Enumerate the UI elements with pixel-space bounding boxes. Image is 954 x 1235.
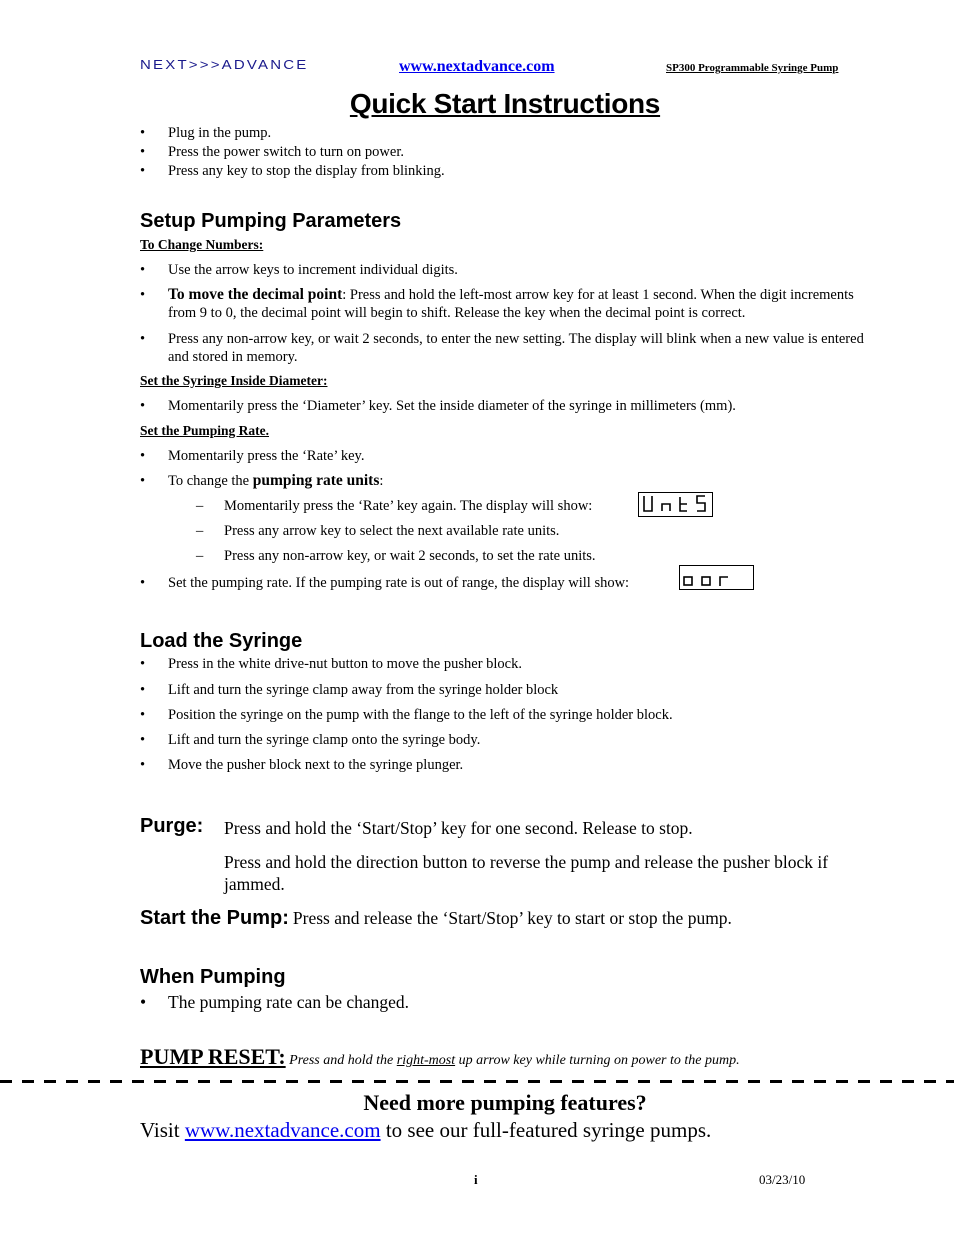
list-item-prefix: To change the	[168, 473, 253, 489]
pump-reset-label: PUMP RESET:	[140, 1044, 286, 1069]
list-item-text: Lift and turn the syringe clamp onto the…	[168, 732, 481, 748]
header-website-link[interactable]: www.nextadvance.com	[399, 58, 555, 76]
list-item-text: To move the decimal point: Press and hol…	[168, 286, 868, 322]
list-item-text: The pumping rate can be changed.	[168, 992, 410, 1012]
subheading-change-numbers: To Change Numbers:	[140, 237, 264, 252]
list-item-text: Momentarily press the ‘Diameter’ key. Se…	[168, 398, 736, 414]
header-product-name: SP300 Programmable Syringe Pump	[666, 62, 839, 74]
footer-visit-text: Visit www.nextadvance.com to see our ful…	[140, 1118, 711, 1143]
list-item-suffix: :	[379, 473, 384, 489]
purge-text-1: Press and hold the ‘Start/Stop’ key for …	[224, 818, 693, 838]
start-label: Start the Pump:	[140, 907, 289, 929]
list-item-text: Press any non-arrow key, or wait 2 secon…	[168, 331, 864, 365]
bold-term: pumping rate units	[252, 472, 380, 489]
list-item-text: To change the pumping rate units:	[168, 472, 383, 490]
start-text: Press and release the ‘Start/Stop’ key t…	[292, 908, 732, 928]
section-heading-setup: Setup Pumping Parameters	[140, 210, 402, 232]
reset-text-emphasis: right-most	[396, 1053, 456, 1068]
section-heading-when-pumping: When Pumping	[140, 966, 286, 988]
display-out-of-range-indicator	[679, 565, 754, 590]
brand-logo: NEXT>>>ADVANCE	[140, 58, 309, 73]
display-units-indicator	[638, 492, 713, 517]
list-item-text: Lift and turn the syringe clamp away fro…	[168, 682, 559, 698]
list-item-text: Momentarily press the ‘Rate’ key.	[168, 448, 365, 464]
purge-label: Purge:	[140, 815, 204, 837]
seven-segment-units-icon	[643, 495, 706, 512]
document-date: 03/23/10	[759, 1172, 806, 1187]
sub-list-item-text: Press any non-arrow key, or wait 2 secon…	[224, 548, 596, 564]
purge-text-2: Press and hold the direction button to r…	[224, 852, 829, 894]
footer-heading: Need more pumping features?	[363, 1090, 647, 1115]
footer-website-link[interactable]: www.nextadvance.com	[185, 1118, 381, 1142]
purge-section: Purge:	[140, 815, 203, 838]
list-item-text: Press in the white drive-nut button to m…	[168, 656, 522, 672]
list-item-text: Press any key to stop the display from b…	[168, 163, 445, 179]
list-item-text: Set the pumping rate. If the pumping rat…	[168, 575, 630, 591]
subheading-diameter: Set the Syringe Inside Diameter:	[140, 373, 328, 388]
sub-list-item-text: Press any arrow key to select the next a…	[224, 523, 560, 539]
seven-segment-oor-icon	[683, 576, 728, 586]
bold-term: To move the decimal point	[168, 286, 343, 303]
list-item-text: Plug in the pump.	[168, 125, 272, 141]
page-title: Quick Start Instructions	[349, 88, 661, 119]
list-item-text: Position the syringe on the pump with th…	[168, 707, 673, 723]
list-item-text: Move the pusher block next to the syring…	[168, 757, 464, 773]
list-item-text: Use the arrow keys to increment individu…	[168, 262, 458, 278]
page-number: i	[474, 1172, 478, 1187]
reset-text-pre: Press and hold the	[285, 1053, 397, 1068]
start-section: Start the Pump: Press and release the ‘S…	[140, 907, 732, 930]
subheading-rate: Set the Pumping Rate.	[140, 423, 269, 438]
list-item-text: Press the power switch to turn on power.	[168, 144, 404, 160]
pump-reset-note: PUMP RESET: Press and hold the right-mos…	[140, 1044, 740, 1070]
cut-line-divider	[0, 1080, 954, 1083]
reset-text-post: up arrow key while turning on power to t…	[455, 1053, 740, 1068]
section-heading-load: Load the Syringe	[140, 630, 303, 652]
visit-suffix: to see our full-featured syringe pumps.	[380, 1118, 712, 1142]
sub-list-item-text: Momentarily press the ‘Rate’ key again. …	[224, 498, 593, 514]
visit-prefix: Visit	[140, 1118, 185, 1142]
